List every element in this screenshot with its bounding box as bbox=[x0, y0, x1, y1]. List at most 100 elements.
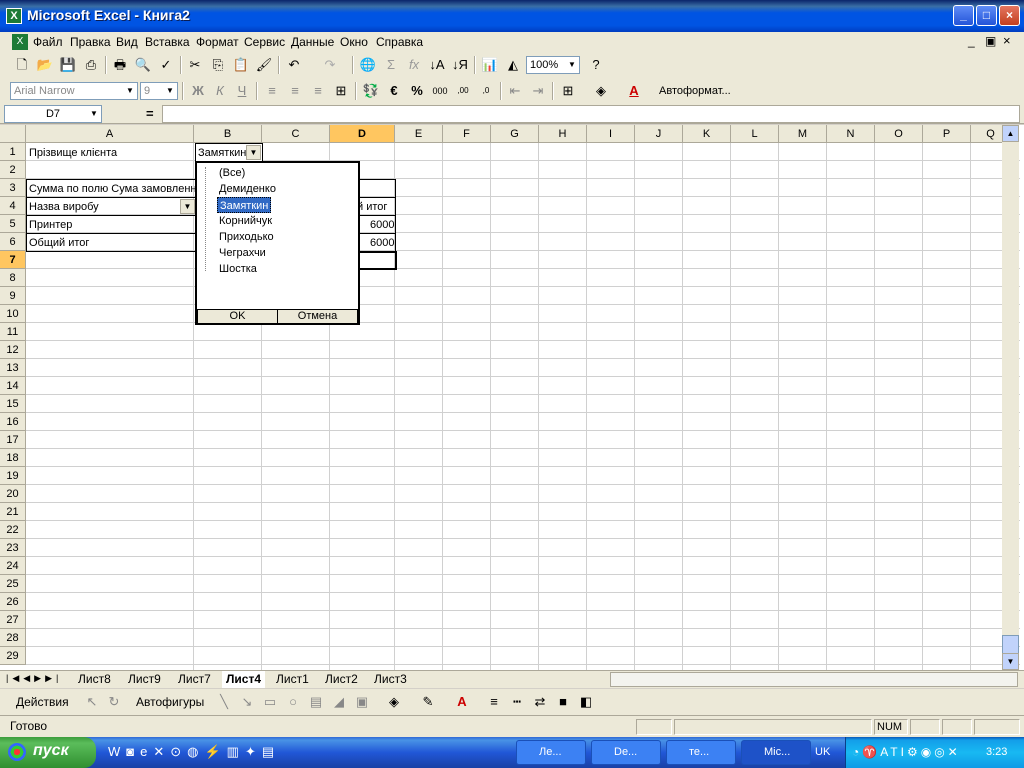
row-header-22[interactable]: 22 bbox=[0, 521, 26, 539]
sort-descending-icon[interactable]: ↓Я bbox=[450, 55, 470, 75]
decrease-decimal-icon[interactable]: ,0 bbox=[476, 81, 496, 101]
tab-sheet1[interactable]: Лист1 bbox=[272, 671, 313, 688]
task-button[interactable]: De... bbox=[591, 740, 661, 765]
scroll-down-icon[interactable]: ▼ bbox=[1002, 653, 1019, 670]
tray-icons[interactable]: ◔♈ATI⚙◉◎✕ bbox=[852, 745, 961, 759]
drawing-icon[interactable]: ◭ bbox=[503, 55, 523, 75]
row-header-6[interactable]: 6 bbox=[0, 233, 26, 251]
ok-button[interactable]: OK bbox=[197, 309, 278, 324]
row-header-14[interactable]: 14 bbox=[0, 377, 26, 395]
percent-icon[interactable]: % bbox=[407, 81, 427, 101]
column-header-e[interactable]: E bbox=[395, 125, 443, 143]
column-header-d[interactable]: D bbox=[330, 125, 395, 143]
language-indicator[interactable]: UK bbox=[815, 746, 830, 758]
tab-sheet2[interactable]: Лист2 bbox=[321, 671, 362, 688]
row-field-dropdown-icon[interactable]: ▼ bbox=[180, 199, 195, 214]
cancel-button[interactable]: Отмена bbox=[277, 309, 358, 324]
spelling-icon[interactable]: ✓ bbox=[156, 55, 176, 75]
row-header-5[interactable]: 5 bbox=[0, 215, 26, 233]
increase-decimal-icon[interactable]: ,00 bbox=[453, 81, 473, 101]
redo-icon[interactable]: ↷ bbox=[320, 55, 340, 75]
formula-equals[interactable]: = bbox=[146, 106, 154, 121]
menu-view[interactable]: Вид bbox=[116, 35, 138, 49]
chart-wizard-icon[interactable]: 📊 bbox=[480, 55, 500, 75]
fill-color-icon[interactable]: ◈ bbox=[591, 81, 611, 101]
save-icon[interactable]: 💾 bbox=[58, 55, 78, 75]
tab-sheet8[interactable]: Лист8 bbox=[74, 671, 115, 688]
font-select[interactable]: Arial Narrow ▼ bbox=[10, 82, 138, 100]
page-field-dropdown-icon[interactable]: ▼ bbox=[246, 145, 261, 160]
row-header-16[interactable]: 16 bbox=[0, 413, 26, 431]
row-header-3[interactable]: 3 bbox=[0, 179, 26, 197]
oval-icon[interactable]: ○ bbox=[283, 692, 303, 712]
menu-file[interactable]: Файл bbox=[33, 35, 63, 49]
column-header-g[interactable]: G bbox=[491, 125, 539, 143]
borders-icon[interactable]: ⊞ bbox=[558, 81, 578, 101]
menu-insert[interactable]: Вставка bbox=[145, 35, 190, 49]
autosum-icon[interactable]: Σ bbox=[381, 55, 401, 75]
autoformat-button[interactable]: Автоформат... bbox=[659, 85, 731, 97]
spreadsheet-grid[interactable]: ABCDEFGHIJKLMNOPQ 1 2 3 4 5 6 7 8 9 10 11 12 13 14 15 1… bbox=[0, 125, 1024, 670]
shadow-icon[interactable]: ■ bbox=[553, 692, 573, 712]
row-header-18[interactable]: 18 bbox=[0, 449, 26, 467]
row-header-29[interactable]: 29 bbox=[0, 647, 26, 665]
menu-help[interactable]: Справка bbox=[376, 35, 423, 49]
undo-icon[interactable]: ↶ bbox=[284, 55, 304, 75]
permission-icon[interactable]: ⎙ bbox=[81, 55, 101, 75]
column-header-j[interactable]: J bbox=[635, 125, 683, 143]
increase-indent-icon[interactable]: ⇥ bbox=[528, 81, 548, 101]
align-right-icon[interactable]: ≡ bbox=[308, 81, 328, 101]
doc-restore-icon[interactable]: ▣ bbox=[985, 34, 996, 48]
chevron-down-icon[interactable]: ▼ bbox=[163, 83, 177, 99]
rectangle-icon[interactable]: ▭ bbox=[260, 692, 280, 712]
chevron-down-icon[interactable]: ▼ bbox=[565, 57, 579, 73]
row-header-13[interactable]: 13 bbox=[0, 359, 26, 377]
row-header-1[interactable]: 1 bbox=[0, 143, 26, 161]
row-header-7[interactable]: 7 bbox=[0, 251, 26, 269]
menu-data[interactable]: Данные bbox=[291, 35, 334, 49]
row-header-20[interactable]: 20 bbox=[0, 485, 26, 503]
dropdown-item[interactable]: Приходько bbox=[217, 229, 276, 245]
line-icon[interactable]: ╲ bbox=[214, 692, 234, 712]
open-icon[interactable]: 📂 bbox=[35, 55, 55, 75]
fill-color-icon[interactable]: ◈ bbox=[384, 692, 404, 712]
formula-input[interactable] bbox=[162, 105, 1020, 123]
column-header-h[interactable]: H bbox=[539, 125, 587, 143]
dropdown-item[interactable]: Корнийчук bbox=[217, 213, 274, 229]
row-header-26[interactable]: 26 bbox=[0, 593, 26, 611]
column-header-n[interactable]: N bbox=[827, 125, 875, 143]
row-header-27[interactable]: 27 bbox=[0, 611, 26, 629]
row-header-19[interactable]: 19 bbox=[0, 467, 26, 485]
print-preview-icon[interactable]: 🔍 bbox=[133, 55, 153, 75]
column-header-f[interactable]: F bbox=[443, 125, 491, 143]
task-button-excel[interactable]: Mic... bbox=[741, 740, 811, 765]
line-style-icon[interactable]: ≡ bbox=[484, 692, 504, 712]
dropdown-item[interactable]: Шостка bbox=[217, 261, 259, 277]
wordart-icon[interactable]: ◢ bbox=[329, 692, 349, 712]
new-icon[interactable]: 🗋 bbox=[12, 55, 32, 75]
align-left-icon[interactable]: ≡ bbox=[262, 81, 282, 101]
arrow-style-icon[interactable]: ⇄ bbox=[530, 692, 550, 712]
scroll-up-icon[interactable]: ▲ bbox=[1002, 125, 1019, 142]
start-button[interactable]: пуск bbox=[0, 737, 96, 768]
quick-launch-icons[interactable]: W◙e✕⊙◍⚡▥✦▤ bbox=[108, 744, 348, 762]
horizontal-scrollbar[interactable] bbox=[610, 672, 1018, 687]
menu-tools[interactable]: Сервис bbox=[244, 35, 285, 49]
arrow-icon[interactable]: ↘ bbox=[237, 692, 257, 712]
row-header-4[interactable]: 4 bbox=[0, 197, 26, 215]
tab-sheet9[interactable]: Лист9 bbox=[124, 671, 165, 688]
line-color-icon[interactable]: ✎ bbox=[418, 692, 438, 712]
column-header-l[interactable]: L bbox=[731, 125, 779, 143]
row-header-11[interactable]: 11 bbox=[0, 323, 26, 341]
bold-icon[interactable]: Ж bbox=[188, 81, 208, 101]
row-header-15[interactable]: 15 bbox=[0, 395, 26, 413]
row-header-28[interactable]: 28 bbox=[0, 629, 26, 647]
close-button[interactable]: × bbox=[999, 5, 1020, 26]
zoom-select[interactable]: 100% ▼ bbox=[526, 56, 580, 74]
copy-icon[interactable]: ⎘ bbox=[208, 55, 228, 75]
chevron-down-icon[interactable]: ▼ bbox=[87, 106, 101, 122]
tab-sheet7[interactable]: Лист7 bbox=[174, 671, 215, 688]
font-color-icon[interactable]: A bbox=[624, 81, 644, 101]
cut-icon[interactable]: ✂ bbox=[185, 55, 205, 75]
actions-menu[interactable]: Действия bbox=[16, 695, 69, 709]
